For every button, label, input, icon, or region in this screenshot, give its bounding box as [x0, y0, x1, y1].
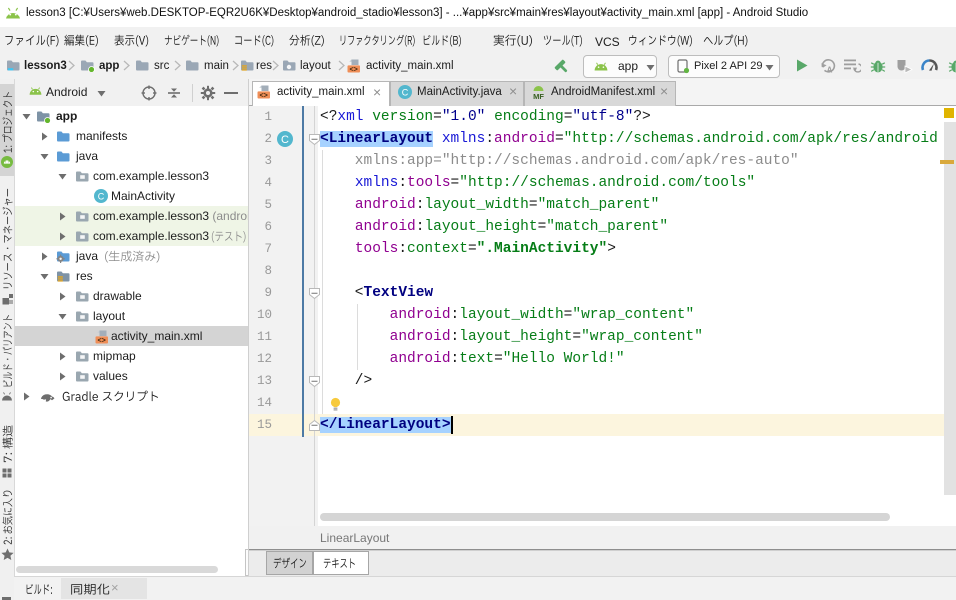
svg-text:C: C: [402, 88, 409, 98]
svg-text:<>: <>: [259, 92, 267, 99]
svg-text:A: A: [827, 66, 833, 75]
svg-text:C: C: [98, 192, 105, 202]
svg-text:MF: MF: [533, 92, 544, 100]
svg-text:<>: <>: [97, 337, 105, 344]
svg-text:<>: <>: [349, 66, 357, 73]
